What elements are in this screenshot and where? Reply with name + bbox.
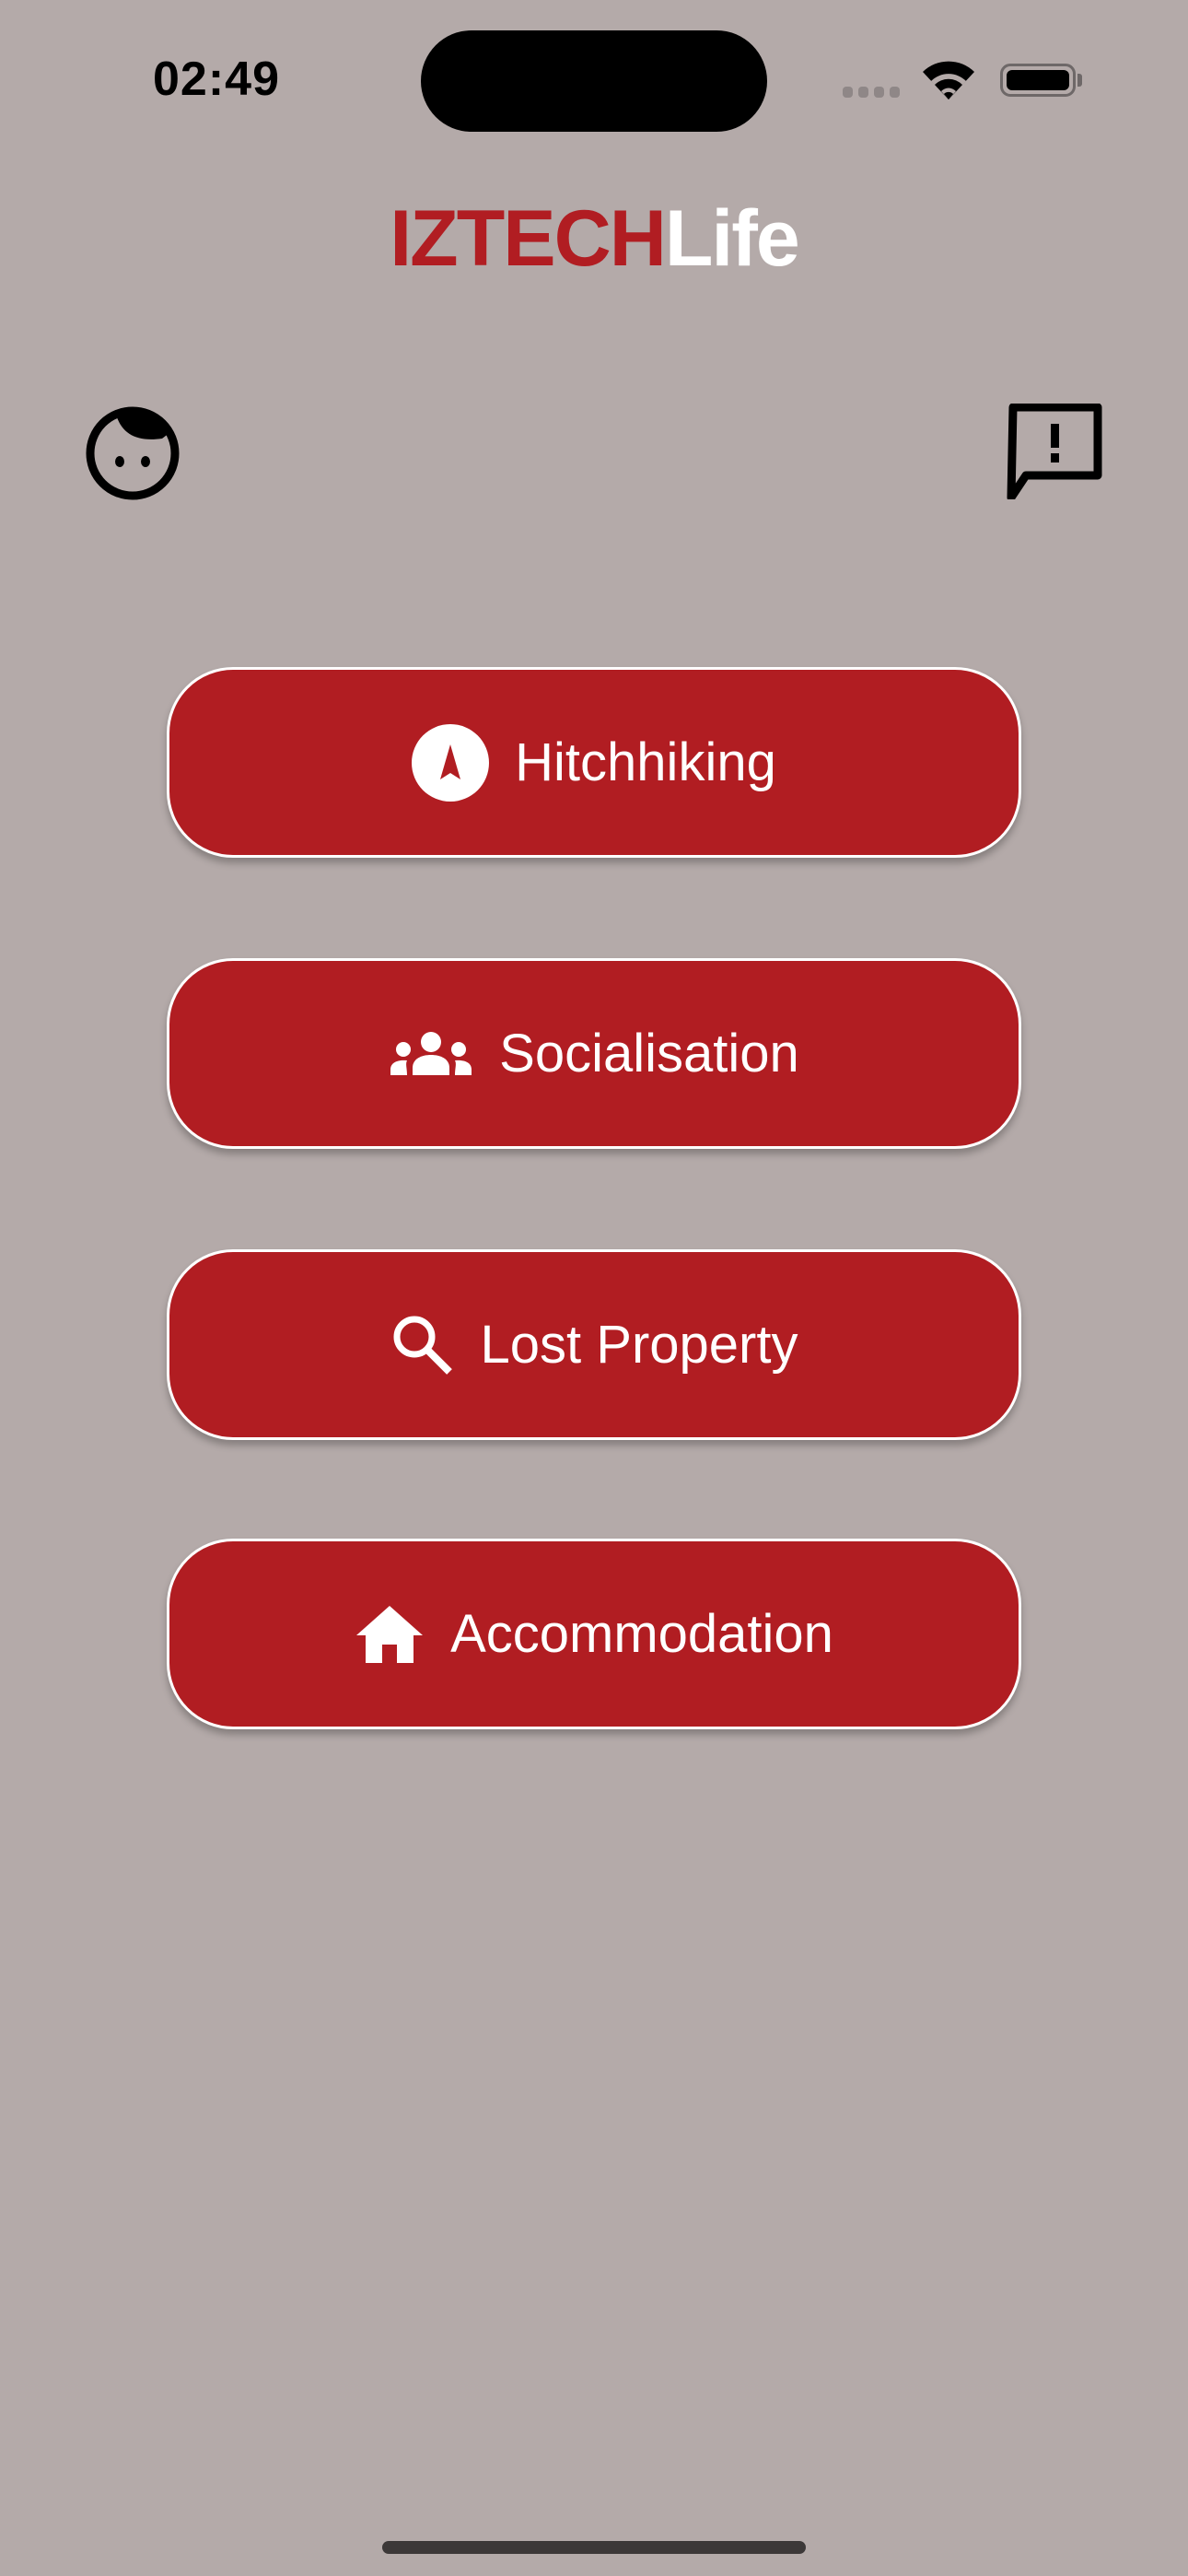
socialisation-button[interactable]: Socialisation bbox=[167, 958, 1021, 1149]
hitchhiking-label: Hitchhiking bbox=[515, 732, 776, 792]
accommodation-label: Accommodation bbox=[450, 1604, 833, 1664]
groups-icon bbox=[390, 1031, 472, 1075]
home-icon bbox=[356, 1605, 424, 1663]
battery-icon bbox=[1000, 64, 1076, 97]
lost-property-label: Lost Property bbox=[480, 1315, 798, 1375]
app-title: IZTECHLife bbox=[0, 193, 1188, 285]
socialisation-label: Socialisation bbox=[499, 1024, 799, 1083]
hitchhiking-button[interactable]: Hitchhiking bbox=[167, 667, 1021, 858]
navigation-icon bbox=[412, 723, 490, 802]
feedback-button[interactable] bbox=[1006, 403, 1105, 502]
dynamic-island bbox=[421, 30, 767, 132]
status-time: 02:49 bbox=[153, 53, 280, 106]
feedback-icon bbox=[1007, 403, 1102, 502]
cellular-signal-icon bbox=[843, 87, 900, 98]
app-title-iztech: IZTECH bbox=[390, 194, 667, 283]
wifi-icon bbox=[921, 59, 976, 106]
search-icon bbox=[393, 1316, 452, 1375]
profile-button[interactable] bbox=[85, 405, 181, 501]
accommodation-button[interactable]: Accommodation bbox=[167, 1539, 1021, 1729]
home-indicator[interactable] bbox=[382, 2541, 806, 2554]
battery-tip bbox=[1077, 74, 1082, 87]
app-title-life: Life bbox=[664, 194, 800, 283]
face-icon bbox=[86, 406, 180, 500]
lost-property-button[interactable]: Lost Property bbox=[167, 1249, 1021, 1440]
